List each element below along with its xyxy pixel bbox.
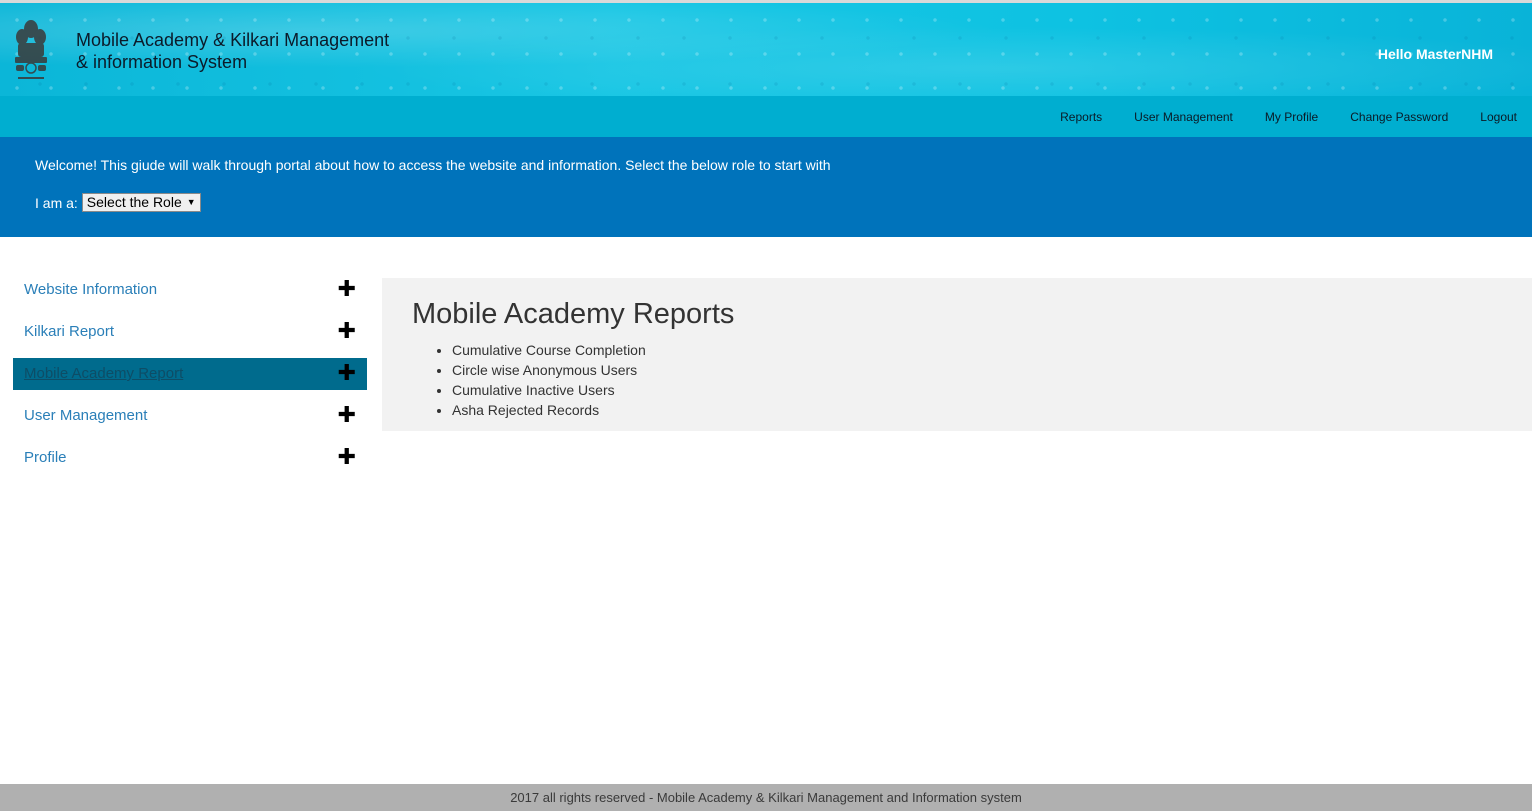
nav-user-management[interactable]: User Management <box>1134 110 1233 124</box>
plus-icon[interactable]: ✚ <box>338 277 356 301</box>
sidebar-item-website-information[interactable]: Website Information ✚ <box>13 274 367 306</box>
footer-text: 2017 all rights reserved - Mobile Academ… <box>510 790 1022 805</box>
sidebar-item-label: User Management <box>24 407 148 424</box>
role-select-value: Select the Role <box>86 194 182 210</box>
site-title-line1: Mobile Academy & Kilkari Management <box>76 30 390 50</box>
nav-my-profile[interactable]: My Profile <box>1265 110 1318 124</box>
sidebar-item-profile[interactable]: Profile ✚ <box>13 442 367 474</box>
sidebar: Website Information ✚ Kilkari Report ✚ M… <box>13 274 367 484</box>
nav-links: Reports User Management My Profile Chang… <box>1028 96 1517 137</box>
top-navbar: Reports User Management My Profile Chang… <box>0 96 1532 137</box>
page: Mobile Academy & Kilkari Management & in… <box>0 0 1532 811</box>
site-header: Mobile Academy & Kilkari Management & in… <box>0 0 1532 96</box>
sidebar-item-mobile-academy-report[interactable]: Mobile Academy Report ✚ <box>13 358 367 390</box>
sidebar-item-user-management[interactable]: User Management ✚ <box>13 400 367 432</box>
plus-icon[interactable]: ✚ <box>338 319 356 343</box>
national-emblem-icon <box>15 20 47 79</box>
nav-logout[interactable]: Logout <box>1480 110 1517 124</box>
sidebar-item-label: Profile <box>24 449 67 466</box>
sidebar-item-label: Kilkari Report <box>24 323 115 340</box>
caret-down-icon: ▼ <box>186 197 196 207</box>
site-title: Mobile Academy & Kilkari Management & in… <box>76 29 416 73</box>
plus-icon[interactable]: ✚ <box>338 361 356 385</box>
list-item: Cumulative Inactive Users <box>452 380 646 400</box>
role-select[interactable]: Select the Role ▼ <box>81 193 201 212</box>
nav-reports[interactable]: Reports <box>1060 110 1102 124</box>
site-title-line2: & information System <box>76 52 248 72</box>
nav-change-password[interactable]: Change Password <box>1350 110 1448 124</box>
welcome-text: Welcome! This giude will walk through po… <box>35 157 831 173</box>
list-item: Circle wise Anonymous Users <box>452 360 646 380</box>
plus-icon[interactable]: ✚ <box>338 445 356 469</box>
page-title: Mobile Academy Reports <box>412 298 735 330</box>
sidebar-item-kilkari-report[interactable]: Kilkari Report ✚ <box>13 316 367 348</box>
sidebar-item-label: Mobile Academy Report <box>24 365 184 382</box>
role-row: I am a: Select the Role ▼ <box>35 193 201 212</box>
sidebar-item-label: Website Information <box>24 281 158 298</box>
role-label: I am a: <box>35 194 78 211</box>
plus-icon[interactable]: ✚ <box>338 403 356 427</box>
report-list: Cumulative Course Completion Circle wise… <box>430 340 646 420</box>
list-item: Cumulative Course Completion <box>452 340 646 360</box>
footer: 2017 all rights reserved - Mobile Academ… <box>0 784 1532 811</box>
main-content-panel: Mobile Academy Reports Cumulative Course… <box>382 278 1532 431</box>
welcome-banner: Welcome! This giude will walk through po… <box>0 137 1532 237</box>
list-item: Asha Rejected Records <box>452 400 646 420</box>
user-greeting: Hello MasterNHM <box>1377 46 1493 62</box>
